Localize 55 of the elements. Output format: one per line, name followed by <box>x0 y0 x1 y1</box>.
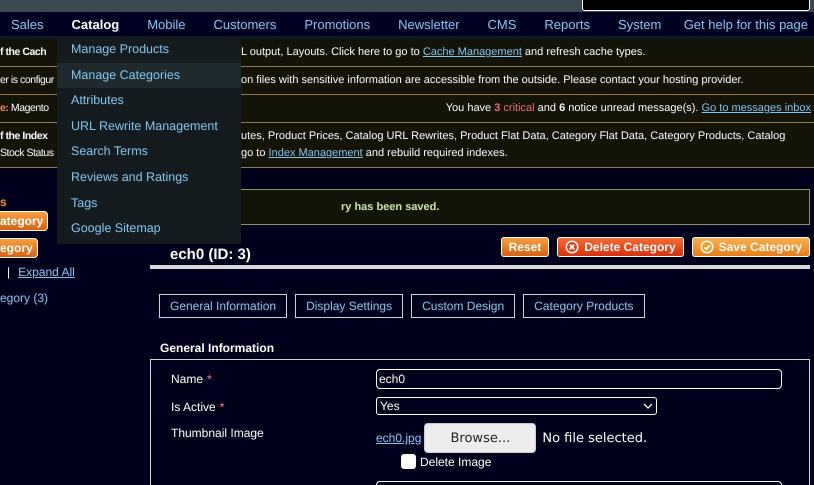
name-input[interactable]: ech0 <box>376 369 782 389</box>
field-label: Name <box>171 372 204 386</box>
menu-item[interactable]: Attributes <box>57 88 241 114</box>
required-mark: * <box>207 372 212 386</box>
file-status-text: No file selected. <box>542 430 648 446</box>
nav-item[interactable]: Promotions <box>304 16 370 32</box>
notice-text: on files with sensitive information are accessible from the outside. Please contact your hosting provider. <box>241 73 745 88</box>
field-label: Thumbnail Image <box>171 426 264 440</box>
checkbox-label: Delete Image <box>420 454 492 468</box>
notice-text: er is configur <box>0 73 55 88</box>
nav-item[interactable]: Mobile <box>147 16 186 32</box>
checkbox[interactable] <box>401 454 416 469</box>
nav-item[interactable]: Sales <box>11 16 44 32</box>
field-label: Is Active <box>171 400 216 414</box>
nav-item[interactable]: CMS <box>488 16 516 32</box>
notice-text: f the Index <box>0 129 49 144</box>
tab[interactable]: Custom Design <box>411 294 516 318</box>
status-select[interactable]: Yes <box>376 397 657 415</box>
menu-item[interactable]: Manage Products <box>57 37 241 63</box>
separator-text: | <box>7 265 10 279</box>
message-link[interactable]: Cache Management <box>422 46 522 58</box>
sidebar-heading: s <box>0 195 7 211</box>
menu-item[interactable]: Search Terms <box>57 139 241 165</box>
notice-text: f the Cach <box>0 45 48 60</box>
nav-item[interactable]: Customers <box>214 16 276 32</box>
notice-text: You have 3 critical and 6 notice unread message(s). Go to messages inbox <box>444 101 811 116</box>
section-title: General Information <box>159 341 276 357</box>
notice-text: utes, Product Prices, Catalog URL Rewrites, Product Flat Data, Category Flat Data, Category Products, Catalog <box>241 129 786 144</box>
action-button[interactable]: Delete Category <box>557 237 684 257</box>
tree-item[interactable]: egory (3) <box>0 291 150 305</box>
tab[interactable]: Category Products <box>523 294 645 318</box>
required-mark: * <box>220 400 224 414</box>
nav-item[interactable]: Reports <box>544 16 590 32</box>
message-link[interactable]: Index Management <box>268 147 363 159</box>
expand-all-link[interactable]: Expand All <box>18 265 75 279</box>
nav-item[interactable]: Newsletter <box>398 16 460 32</box>
menu-item[interactable]: Reviews and Ratings <box>57 164 241 191</box>
nav-item[interactable]: System <box>618 16 662 32</box>
menu-item[interactable]: URL Rewrite Management <box>57 114 241 140</box>
message-link[interactable]: Go to messages inbox <box>702 102 811 114</box>
menu-item[interactable]: Manage Categories <box>57 62 241 88</box>
delete-icon <box>565 240 580 254</box>
check-icon <box>700 240 714 254</box>
nav-item[interactable]: Catalog <box>72 16 120 32</box>
chevron-down-icon <box>643 403 653 409</box>
browse-button[interactable]: Browse... <box>424 423 536 453</box>
notice-text: e: Magento <box>0 101 50 116</box>
page-title: ech0 (ID: 3) <box>169 245 251 263</box>
file-link[interactable]: ech0.jpg <box>376 431 422 445</box>
help-link[interactable]: Get help for this page <box>684 16 808 32</box>
tab[interactable]: General Information <box>159 294 288 318</box>
notice-text: Stock Status <box>0 146 55 161</box>
notice-text: go to Index Management and rebuild required indexes. <box>241 146 509 161</box>
tab[interactable]: Display Settings <box>295 294 404 318</box>
notice-text: L output, Layouts. Click here to go to Cache Management and refresh cache types. <box>241 45 646 60</box>
